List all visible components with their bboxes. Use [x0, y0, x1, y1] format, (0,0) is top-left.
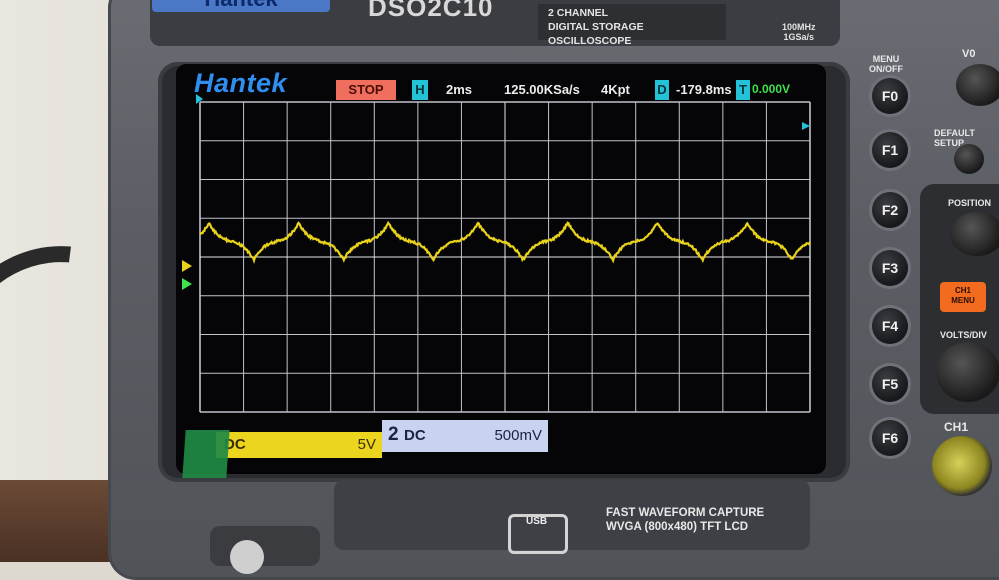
- f0-button[interactable]: F0: [872, 78, 908, 114]
- device-description: 2 CHANNEL DIGITAL STORAGE OSCILLOSCOPE: [538, 4, 726, 40]
- model-name: DSO2C10: [368, 0, 494, 23]
- f1-button[interactable]: F1: [872, 132, 908, 168]
- ch1-bnc-connector[interactable]: [932, 436, 992, 496]
- ch1-menu-line-1: CH1: [940, 286, 986, 296]
- default-setup-button[interactable]: [954, 144, 984, 174]
- usb-label: USB: [526, 516, 547, 527]
- spec-sample-rate: 1GSa/s: [782, 32, 816, 42]
- ch2-ground-marker: [182, 278, 192, 290]
- trigger-level-marker: [802, 122, 810, 130]
- device-spec: 100MHz 1GSa/s: [782, 22, 816, 42]
- f5-button[interactable]: F5: [872, 366, 908, 402]
- ch1-scale: 5V: [358, 436, 376, 453]
- ch2-number: 2: [388, 424, 399, 446]
- desc-line-2: DIGITAL STORAGE OSCILLOSCOPE: [548, 20, 716, 48]
- green-tape: [182, 430, 229, 478]
- f4-button[interactable]: F4: [872, 308, 908, 344]
- v0-knob[interactable]: [956, 64, 999, 106]
- ch1-input-label: CH1: [944, 420, 968, 434]
- position-label: POSITION: [948, 198, 991, 208]
- ch1-menu-button[interactable]: CH1 MENU: [940, 282, 986, 312]
- power-button[interactable]: [230, 540, 264, 574]
- lcd-screen: Hantek STOP H 2ms 125.00KSa/s 4Kpt D -17…: [176, 64, 826, 474]
- menu-onoff-label: MENU ON/OFF: [866, 54, 906, 74]
- spec-bandwidth: 100MHz: [782, 22, 816, 32]
- capture-line-1: FAST WAVEFORM CAPTURE: [606, 506, 764, 520]
- brand-logo: Hantek: [152, 0, 330, 12]
- volts-div-label: VOLTS/DIV: [940, 330, 987, 340]
- ch1-status-bar: DC 5V: [216, 432, 382, 458]
- f2-button[interactable]: F2: [872, 192, 908, 228]
- f3-button[interactable]: F3: [872, 250, 908, 286]
- capture-line-2: WVGA (800x480) TFT LCD: [606, 520, 764, 534]
- f6-button[interactable]: F6: [872, 420, 908, 456]
- ch1-menu-line-2: MENU: [940, 296, 986, 306]
- capture-spec: FAST WAVEFORM CAPTURE WVGA (800x480) TFT…: [606, 506, 764, 534]
- graticule: [200, 102, 810, 412]
- ch1-ground-marker: [182, 260, 192, 272]
- power-panel: [210, 526, 320, 566]
- ch1-position-knob[interactable]: [950, 212, 999, 256]
- ch2-coupling: DC: [404, 427, 426, 444]
- v0-label: V0: [962, 48, 975, 60]
- waveform-display: [176, 64, 826, 474]
- desc-line-1: 2 CHANNEL: [548, 6, 716, 20]
- ch2-scale: 500mV: [494, 427, 542, 444]
- ch1-volts-div-knob[interactable]: [936, 342, 999, 402]
- ch2-status-bar: 2 DC 500mV: [382, 420, 548, 452]
